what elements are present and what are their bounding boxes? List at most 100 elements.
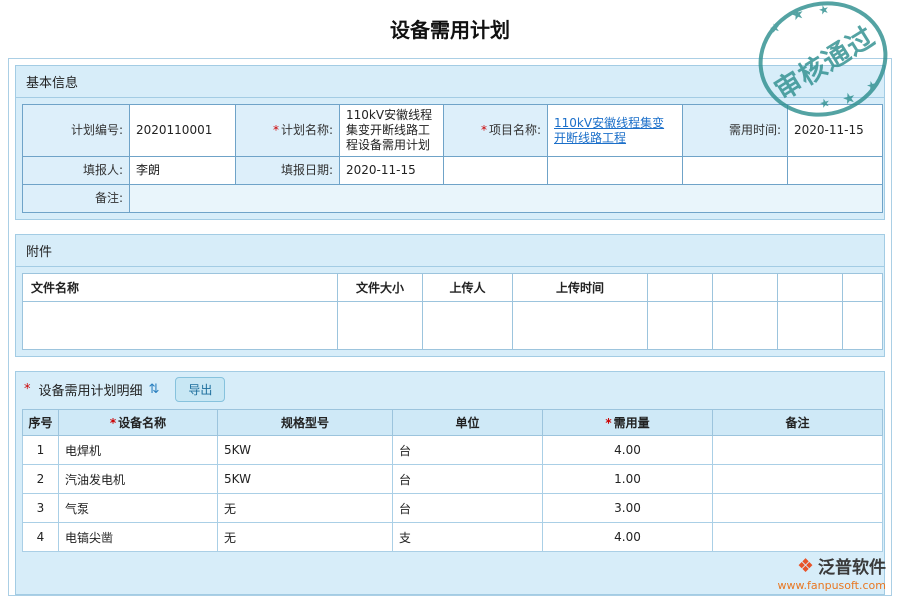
header-text: 设备名称 bbox=[118, 416, 166, 430]
empty-cell bbox=[444, 157, 548, 185]
plan-no-value: 2020110001 bbox=[130, 105, 236, 157]
cell-no: 4 bbox=[23, 523, 59, 552]
label-text: 项目名称: bbox=[489, 123, 541, 137]
empty-cell bbox=[513, 302, 648, 350]
upload-time-header: 上传时间 bbox=[513, 274, 648, 302]
cell-qty: 3.00 bbox=[543, 494, 713, 523]
attachments-header-row: 文件名称 文件大小 上传人 上传时间 bbox=[23, 274, 883, 302]
label-text: 填报日期: bbox=[281, 163, 333, 177]
cell-spec: 无 bbox=[218, 523, 393, 552]
cell-spec: 无 bbox=[218, 494, 393, 523]
required-asterisk: * bbox=[481, 123, 487, 137]
attachments-table: 文件名称 文件大小 上传人 上传时间 bbox=[22, 273, 883, 350]
cell-no: 3 bbox=[23, 494, 59, 523]
label-text: 计划编号: bbox=[71, 123, 123, 137]
attachments-section-title: 附件 bbox=[16, 235, 884, 267]
table-row: 3 气泵 无 台 3.00 bbox=[23, 494, 883, 523]
cell-name: 气泵 bbox=[59, 494, 218, 523]
fill-date-value: 2020-11-15 bbox=[340, 157, 444, 185]
need-time-label: 需用时间: bbox=[683, 105, 788, 157]
empty-cell bbox=[788, 157, 883, 185]
fanpu-logo-icon: ❖ bbox=[797, 555, 814, 577]
project-link[interactable]: 110kV安徽线程集变开断线路工程 bbox=[554, 116, 664, 145]
cell-name: 汽油发电机 bbox=[59, 465, 218, 494]
remark-value bbox=[130, 185, 883, 213]
sort-icon[interactable]: ⇅ bbox=[149, 382, 160, 397]
brand-name: 泛普软件 bbox=[818, 553, 886, 578]
detail-section-title: 设备需用计划明细 bbox=[39, 380, 143, 399]
detail-section: * 设备需用计划明细 ⇅ 导出 序号 *设备名称 规格型号 单位 *需用量 备注 bbox=[15, 371, 885, 595]
attachments-section: 附件 文件名称 文件大小 上传人 上传时间 bbox=[15, 234, 885, 357]
table-row: 1 电焊机 5KW 台 4.00 bbox=[23, 436, 883, 465]
remark-label: 备注: bbox=[23, 185, 130, 213]
plan-no-label: 计划编号: bbox=[23, 105, 130, 157]
no-header: 序号 bbox=[23, 410, 59, 436]
cell-qty: 4.00 bbox=[543, 436, 713, 465]
plan-name-label: *计划名称: bbox=[236, 105, 340, 157]
label-text: 填报人: bbox=[83, 163, 123, 177]
brand-footer: ❖ 泛普软件 www.fanpusoft.com bbox=[778, 553, 886, 592]
empty-cell bbox=[338, 302, 423, 350]
cell-name: 电镐尖凿 bbox=[59, 523, 218, 552]
cell-remark bbox=[713, 523, 883, 552]
need-time-value: 2020-11-15 bbox=[788, 105, 883, 157]
cell-unit: 支 bbox=[393, 523, 543, 552]
cell-no: 1 bbox=[23, 436, 59, 465]
required-asterisk: * bbox=[273, 123, 279, 137]
empty-cell bbox=[713, 274, 778, 302]
basic-info-section-title: 基本信息 bbox=[16, 66, 884, 98]
label-text: 备注: bbox=[95, 191, 123, 205]
cell-qty: 4.00 bbox=[543, 523, 713, 552]
plan-name-value: 110kV安徽线程集变开断线路工程设备需用计划 bbox=[340, 105, 444, 157]
cell-spec: 5KW bbox=[218, 465, 393, 494]
cell-qty: 1.00 bbox=[543, 465, 713, 494]
table-row: 备注: bbox=[23, 185, 883, 213]
table-row: 4 电镐尖凿 无 支 4.00 bbox=[23, 523, 883, 552]
empty-cell bbox=[23, 302, 338, 350]
cell-no: 2 bbox=[23, 465, 59, 494]
cell-unit: 台 bbox=[393, 494, 543, 523]
equipment-name-header: *设备名称 bbox=[59, 410, 218, 436]
detail-table: 序号 *设备名称 规格型号 单位 *需用量 备注 1 电焊机 5KW 台 4.0… bbox=[22, 409, 883, 552]
empty-cell bbox=[648, 274, 713, 302]
empty-cell bbox=[778, 302, 843, 350]
cell-name: 电焊机 bbox=[59, 436, 218, 465]
cell-remark bbox=[713, 436, 883, 465]
table-row: 填报人: 李朗 填报日期: 2020-11-15 bbox=[23, 157, 883, 185]
remark-header: 备注 bbox=[713, 410, 883, 436]
detail-filler bbox=[22, 552, 878, 588]
required-asterisk: * bbox=[605, 416, 611, 430]
cell-spec: 5KW bbox=[218, 436, 393, 465]
project-name-value: 110kV安徽线程集变开断线路工程 bbox=[548, 105, 683, 157]
content-frame: 基本信息 计划编号: 2020110001 *计划名称: 110kV安徽线程集变… bbox=[8, 58, 892, 596]
attachments-empty-row bbox=[23, 302, 883, 350]
header-text: 需用量 bbox=[614, 416, 650, 430]
project-name-label: *项目名称: bbox=[444, 105, 548, 157]
required-asterisk: * bbox=[24, 382, 31, 397]
label-text: 计划名称: bbox=[281, 123, 333, 137]
empty-cell bbox=[713, 302, 778, 350]
empty-cell bbox=[778, 274, 843, 302]
detail-section-header: * 设备需用计划明细 ⇅ 导出 bbox=[16, 372, 884, 409]
export-button[interactable]: 导出 bbox=[175, 377, 225, 402]
filler-label: 填报人: bbox=[23, 157, 130, 185]
label-text: 需用时间: bbox=[729, 123, 781, 137]
qty-header: *需用量 bbox=[543, 410, 713, 436]
required-asterisk: * bbox=[110, 416, 116, 430]
empty-cell bbox=[648, 302, 713, 350]
empty-cell bbox=[548, 157, 683, 185]
page-title: 设备需用计划 bbox=[0, 0, 900, 43]
spec-header: 规格型号 bbox=[218, 410, 393, 436]
empty-cell bbox=[423, 302, 513, 350]
file-size-header: 文件大小 bbox=[338, 274, 423, 302]
table-row: 计划编号: 2020110001 *计划名称: 110kV安徽线程集变开断线路工… bbox=[23, 105, 883, 157]
cell-unit: 台 bbox=[393, 465, 543, 494]
unit-header: 单位 bbox=[393, 410, 543, 436]
cell-remark bbox=[713, 465, 883, 494]
detail-header-row: 序号 *设备名称 规格型号 单位 *需用量 备注 bbox=[23, 410, 883, 436]
cell-remark bbox=[713, 494, 883, 523]
empty-cell bbox=[843, 274, 883, 302]
uploader-header: 上传人 bbox=[423, 274, 513, 302]
file-name-header: 文件名称 bbox=[23, 274, 338, 302]
brand-url[interactable]: www.fanpusoft.com bbox=[778, 579, 886, 592]
